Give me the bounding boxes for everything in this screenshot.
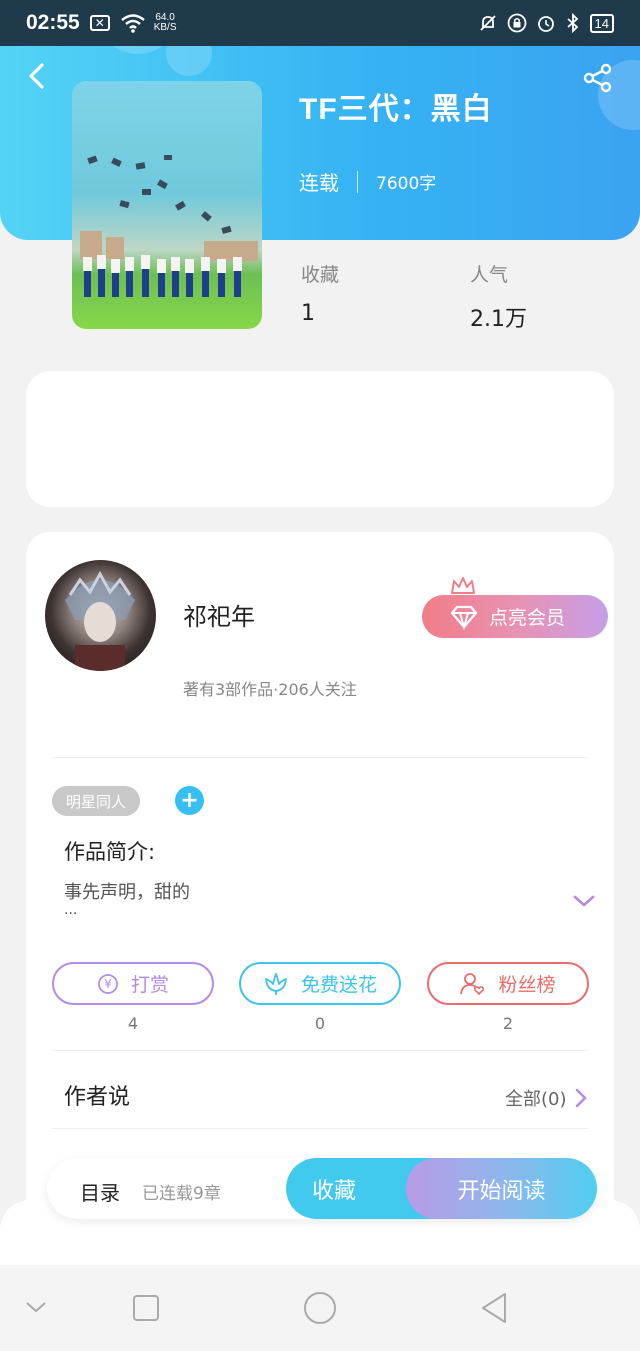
stat-label: 收藏 (301, 264, 340, 286)
author-says-more-label: 全部(0) (505, 1089, 567, 1110)
battery-indicator: 14 (589, 13, 614, 33)
reward-label: 打赏 (130, 974, 169, 996)
send-flower-button[interactable]: 免费送花 (239, 962, 401, 1005)
stat-value: 2.1万 (470, 307, 527, 332)
status-time: 02:55 (26, 11, 80, 34)
intro-title: 作品简介: (64, 840, 156, 864)
notification-x-icon: ✕ (89, 15, 110, 31)
nav-hide-icon[interactable] (24, 1298, 48, 1316)
intro-ellipsis: ... (64, 902, 78, 918)
start-reading-button[interactable]: 开始阅读 (406, 1158, 597, 1219)
nav-recents-icon[interactable] (132, 1294, 160, 1322)
vip-button-label: 点亮会员 (488, 607, 565, 629)
mute-bell-icon (479, 15, 496, 31)
start-reading-label: 开始阅读 (457, 1178, 546, 1204)
stat-collect: 收藏 1 (301, 260, 339, 326)
fan-rank-button[interactable]: 粉丝榜 (427, 962, 589, 1005)
divider (52, 1128, 588, 1129)
stat-label: 人气 (470, 264, 509, 286)
chapter-count: 已连载9章 (142, 1184, 221, 1204)
cover-illustration (80, 155, 258, 297)
book-cover[interactable] (72, 81, 262, 329)
divider (52, 1050, 588, 1051)
stat-popularity: 人气 2.1万 (470, 260, 527, 333)
nav-home-icon[interactable] (303, 1291, 337, 1325)
crown-icon (451, 577, 475, 594)
toc-button[interactable]: 目录 (80, 1177, 120, 1206)
nav-back-icon[interactable] (479, 1291, 509, 1325)
flower-count: 0 (314, 1014, 326, 1033)
empty-card (26, 371, 614, 507)
book-title: TF三代：黑白 (299, 93, 493, 126)
intro-text: 事先声明，甜的 (64, 882, 190, 903)
genre-tag[interactable]: 明星同人 (52, 786, 141, 816)
status-bar: 02:55 ✕ 64.0 KB/S 14 (0, 0, 640, 46)
serial-status: 连载 (299, 171, 339, 195)
chevron-right-icon (575, 1088, 587, 1108)
lock-icon (507, 13, 526, 33)
network-speed: 64.0 KB/S (154, 13, 177, 33)
author-avatar[interactable] (45, 560, 156, 671)
author-says-title: 作者说 (64, 1085, 131, 1110)
reward-button[interactable]: ¥ 打赏 (52, 962, 214, 1005)
fan-user-icon (460, 972, 485, 995)
fan-rank-label: 粉丝榜 (498, 974, 556, 996)
yen-coin-icon: ¥ (98, 973, 118, 994)
collect-button-label: 收藏 (312, 1178, 357, 1204)
author-name[interactable]: 祁祀年 (183, 597, 255, 632)
author-says-more[interactable]: 全部(0) (505, 1085, 587, 1111)
share-icon[interactable] (582, 62, 614, 94)
chevron-down-icon[interactable] (572, 893, 596, 909)
word-count: 7600字 (376, 174, 437, 194)
svg-text:¥: ¥ (104, 977, 112, 991)
fan-count: 2 (502, 1014, 514, 1033)
bluetooth-icon (566, 13, 578, 33)
avatar-illustration (65, 570, 135, 671)
reward-count: 4 (127, 1014, 139, 1033)
back-icon[interactable] (24, 62, 52, 90)
author-info: 著有3部作品·206人关注 (183, 680, 357, 699)
wifi-icon (120, 14, 145, 33)
book-meta: 连载 7600字 (299, 167, 436, 196)
stat-value: 1 (301, 301, 315, 326)
send-flower-label: 免费送花 (300, 974, 377, 996)
diamond-icon (450, 605, 478, 630)
network-speed-unit: KB/S (153, 22, 177, 33)
meta-divider (357, 170, 358, 193)
divider (52, 757, 588, 758)
add-tag-button[interactable]: + (175, 786, 204, 815)
alarm-icon (537, 16, 554, 32)
flower-icon (265, 972, 287, 995)
